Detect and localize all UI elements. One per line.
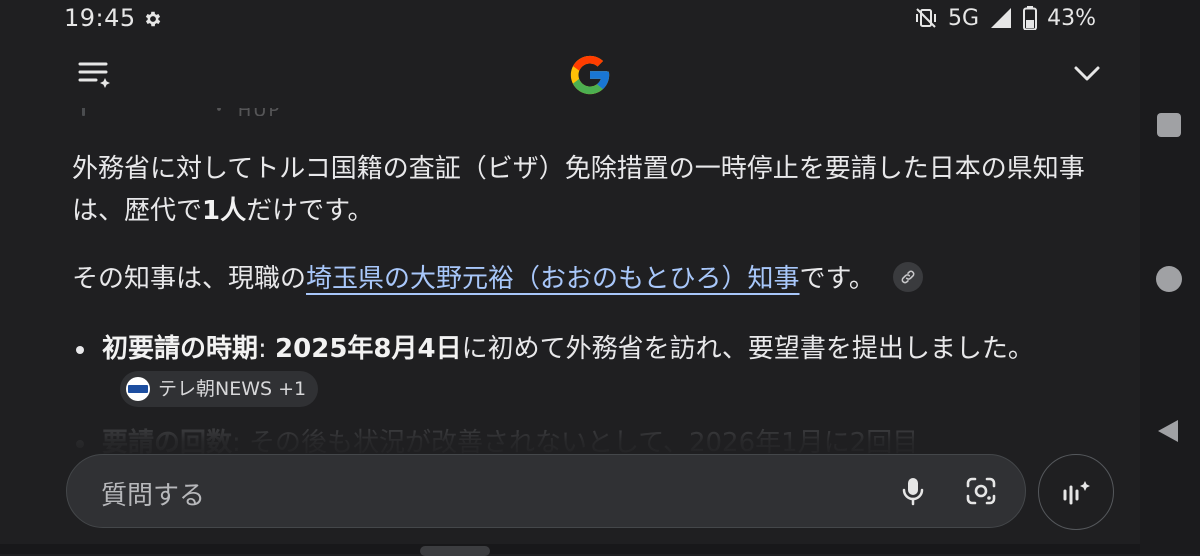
chevron-down-icon[interactable]: [1070, 56, 1104, 90]
bullet-label: 初要請の時期: [102, 334, 259, 364]
answer-bullet-list: 初要請の時期: 2025年8月4日に初めて外務省を訪れ、要望書を提出しました。テ…: [72, 328, 1102, 464]
p2-prefix: その知事は、現職の: [72, 264, 307, 294]
answer-content: ・ HUP 外務省に対してトルコ国籍の査証（ビザ）免除措置の一時停止を要請した日…: [72, 108, 1112, 464]
p1-text-b: だけです。: [246, 196, 374, 226]
live-sparkle-icon: [1063, 481, 1090, 505]
status-time: 19:45: [64, 4, 136, 32]
live-button[interactable]: [1038, 454, 1114, 530]
home-button[interactable]: [1156, 266, 1182, 292]
logo-mark: [128, 384, 148, 393]
mic-icon[interactable]: [895, 473, 931, 509]
source-chip[interactable]: テレ朝NEWS +1: [120, 370, 319, 407]
app-header: [0, 40, 1140, 108]
list-item: 初要請の時期: 2025年8月4日に初めて外務省を訪れ、要望書を提出しました。テ…: [72, 328, 1102, 412]
google-g-logo: [570, 55, 610, 95]
settings-icon: [145, 11, 161, 27]
status-bar: 19:45 5G 43%: [0, 0, 1200, 38]
answer-paragraph-1: 外務省に対してトルコ国籍の査証（ビザ）免除措置の一時停止を要請した日本の県知事は…: [72, 148, 1102, 232]
p2-suffix: です。: [799, 264, 875, 294]
governor-link[interactable]: 埼玉県の大野元裕（おおのもとひろ）知事: [306, 264, 799, 294]
ask-input[interactable]: 質問する: [66, 454, 1026, 528]
bottom-handle: [420, 546, 490, 556]
network-label: 5G: [948, 5, 980, 31]
bullet-text: に初めて外務省を訪れ、要望書を提出しました。: [461, 334, 1034, 364]
recents-button[interactable]: [1157, 113, 1181, 137]
bottom-strip: [0, 544, 1140, 554]
answer-paragraph-2: その知事は、現職の埼玉県の大野元裕（おおのもとひろ）知事です。: [72, 258, 1102, 300]
link-chip[interactable]: [892, 261, 923, 292]
source-label: テレ朝NEWS +1: [158, 377, 307, 400]
cut-bar: [82, 108, 85, 116]
signal-icon: [991, 8, 1012, 28]
bullet-date: 2025年8月4日: [275, 334, 462, 364]
back-icon[interactable]: [1156, 418, 1180, 444]
tv-asahi-logo-icon: [126, 376, 150, 401]
vibrate-muted-icon: [916, 8, 937, 28]
history-menu-icon[interactable]: [76, 56, 114, 94]
input-placeholder: 質問する: [101, 481, 206, 511]
cut-text: ・ HUP: [210, 108, 281, 116]
status-right-group: 5G 43%: [914, 4, 1096, 32]
bullet-colon: :: [258, 334, 276, 364]
cut-off-previous-line: ・ HUP: [82, 108, 282, 116]
link-icon: [901, 270, 915, 283]
p1-bold: 1人: [202, 196, 247, 226]
battery-icon: [1023, 6, 1038, 30]
battery-label: 43%: [1047, 5, 1096, 31]
lens-camera-icon[interactable]: [963, 473, 999, 509]
